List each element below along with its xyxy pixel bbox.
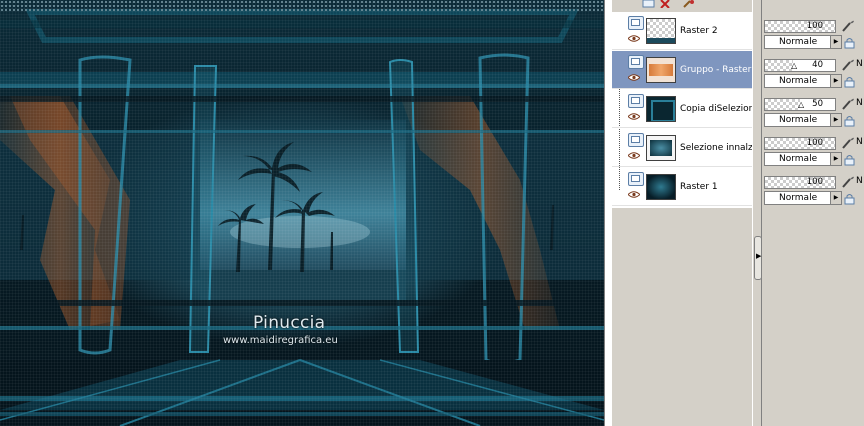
layer-name: Selezione innalza — [680, 143, 759, 153]
layer-props-row: 100 Normale ▶ — [764, 16, 864, 54]
blend-mode-label: Normale — [779, 193, 818, 203]
layer-type-icon[interactable] — [628, 94, 644, 108]
opacity-value: 100 — [806, 21, 823, 31]
blend-mode-select[interactable]: Normale ▶ — [764, 191, 842, 205]
layer-name: Gruppo - Raster 3 — [680, 65, 760, 75]
link-letter: N — [856, 137, 863, 147]
eye-icon[interactable] — [628, 113, 640, 120]
watermark-url: www.maidiregrafica.eu — [223, 335, 338, 346]
lock-icon[interactable] — [844, 193, 856, 205]
blend-mode-select[interactable]: Normale ▶ — [764, 152, 842, 166]
layer-name: Raster 1 — [680, 182, 718, 192]
delete-layer-icon[interactable] — [658, 0, 672, 8]
opacity-value: 100 — [806, 177, 823, 187]
blend-mode-label: Normale — [779, 154, 818, 164]
brush-icon[interactable] — [841, 136, 855, 150]
panel-splitter[interactable]: ▶ — [752, 0, 762, 426]
layer-thumbnail — [646, 135, 676, 161]
layer-thumbnail — [646, 96, 676, 122]
opacity-marker-icon[interactable]: △ — [791, 61, 797, 70]
brush-icon[interactable] — [841, 58, 855, 72]
new-layer-icon[interactable] — [642, 0, 656, 8]
layer-props-row: △ 40 N Normale ▶ — [764, 55, 864, 93]
layer-row-copia-diselezione[interactable]: Copia diSelezione — [612, 90, 760, 128]
layer-name: Copia diSelezione — [680, 104, 760, 114]
eye-icon[interactable] — [628, 152, 640, 159]
layer-type-icon[interactable] — [628, 133, 644, 147]
layer-row-selezione-innalza[interactable]: Selezione innalza — [612, 129, 758, 167]
link-letter: N — [856, 176, 863, 186]
opacity-slider[interactable]: 100 — [764, 20, 836, 33]
layer-row-raster-1[interactable]: Raster 1 — [612, 168, 752, 206]
layers-empty-area — [612, 208, 752, 426]
opacity-value: 50 — [812, 99, 823, 109]
opacity-fill — [765, 99, 800, 110]
blend-mode-select[interactable]: Normale ▶ — [764, 74, 842, 88]
artwork — [0, 9, 604, 426]
link-letter: N — [856, 59, 863, 69]
expand-arrow-icon[interactable]: ▶ — [756, 252, 761, 260]
link-letter: N — [856, 98, 863, 108]
brush-icon[interactable] — [841, 97, 855, 111]
eye-icon[interactable] — [628, 74, 640, 81]
blend-mode-label: Normale — [779, 76, 818, 86]
layer-type-icon[interactable] — [628, 55, 644, 69]
opacity-slider[interactable]: △ 40 — [764, 59, 836, 72]
layers-toolbar — [612, 0, 864, 12]
blend-mode-select[interactable]: Normale ▶ — [764, 35, 842, 49]
lock-icon[interactable] — [844, 115, 856, 127]
layer-thumbnail — [646, 57, 676, 83]
dropdown-arrow-icon[interactable]: ▶ — [830, 153, 841, 165]
layer-props-row: 100 N Normale ▶ — [764, 172, 864, 210]
blend-mode-label: Normale — [779, 115, 818, 125]
dropdown-arrow-icon[interactable]: ▶ — [830, 114, 841, 126]
image-canvas[interactable]: Pinuccia www.maidiregrafica.eu — [0, 0, 604, 426]
lock-icon[interactable] — [844, 37, 856, 49]
layer-row-gruppo-raster-3[interactable]: Gruppo - Raster 3 — [612, 51, 760, 89]
opacity-fill — [765, 138, 835, 149]
layers-list[interactable]: Raster 2 Gruppo - Raster 3 Copia diSelez… — [612, 12, 760, 208]
eye-icon[interactable] — [628, 191, 640, 198]
layer-thumbnail — [646, 174, 676, 200]
lock-icon[interactable] — [844, 76, 856, 88]
dropdown-arrow-icon[interactable]: ▶ — [830, 75, 841, 87]
layer-thumbnail — [646, 18, 676, 44]
layer-type-icon[interactable] — [628, 172, 644, 186]
watermark-title: Pinuccia — [253, 313, 326, 333]
layer-props-row: △ 50 N Normale ▶ — [764, 94, 864, 132]
layer-row-raster-2[interactable]: Raster 2 — [612, 12, 752, 50]
dropdown-arrow-icon[interactable]: ▶ — [830, 192, 841, 204]
layer-name: Raster 2 — [680, 26, 718, 36]
brush-icon[interactable] — [841, 19, 855, 33]
blend-mode-label: Normale — [779, 37, 818, 47]
dropdown-arrow-icon[interactable]: ▶ — [830, 36, 841, 48]
opacity-slider[interactable]: △ 50 — [764, 98, 836, 111]
blend-mode-select[interactable]: Normale ▶ — [764, 113, 842, 127]
layer-props-row: 100 N Normale ▶ — [764, 133, 864, 171]
brush-icon[interactable] — [841, 175, 855, 189]
opacity-fill — [765, 177, 835, 188]
opacity-value: 40 — [812, 60, 823, 70]
opacity-value: 100 — [806, 138, 823, 148]
lock-icon[interactable] — [844, 154, 856, 166]
opacity-slider[interactable]: 100 — [764, 137, 836, 150]
layer-style-icon[interactable] — [682, 0, 696, 8]
opacity-fill — [765, 21, 835, 32]
layer-properties-column: 100 Normale ▶ △ 40 N Normale ▶ △ 50 N No… — [762, 12, 864, 426]
opacity-fill — [765, 60, 793, 71]
canvas-area[interactable]: Pinuccia www.maidiregrafica.eu — [0, 0, 613, 426]
splitter-handle[interactable]: ▶ — [754, 236, 762, 280]
canvas-top-dots — [0, 0, 604, 12]
eye-icon[interactable] — [628, 35, 640, 42]
opacity-marker-icon[interactable]: △ — [798, 100, 804, 109]
opacity-slider[interactable]: 100 — [764, 176, 836, 189]
layers-panel: Raster 2 Gruppo - Raster 3 Copia diSelez… — [612, 0, 864, 426]
layer-type-icon[interactable] — [628, 16, 644, 30]
